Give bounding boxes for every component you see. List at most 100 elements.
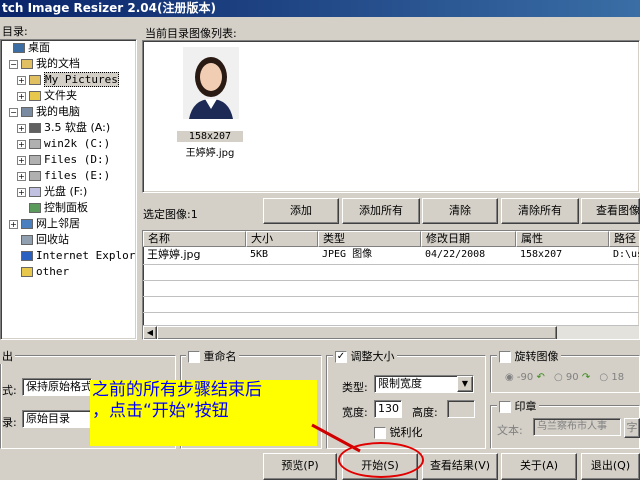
preview-button[interactable]: 预览(P) [263, 453, 337, 480]
height-input[interactable] [447, 400, 475, 418]
cell-type: JPEG 图像 [322, 249, 373, 260]
thumbnail-view[interactable]: 158x207 王婷婷.jpg [142, 40, 640, 193]
type-value: 限制宽度 [378, 377, 422, 390]
resize-toggle[interactable]: ✓ 调整大小 [333, 348, 397, 364]
format-label: 式: [2, 384, 17, 397]
rotate-right-radio[interactable]: ○ 90 ↷ [554, 372, 590, 383]
rename-toggle[interactable]: 重命名 [186, 348, 239, 364]
output-group-title: 出 [0, 348, 15, 364]
selected-count-label: 选定图像:1 [143, 208, 198, 221]
rotate-options: ◉ -90 ↶ ○ 90 ↷ ○ 18 [505, 372, 624, 383]
about-button[interactable]: 关于(A) [501, 453, 577, 480]
desktop-icon [13, 43, 25, 53]
tree-item[interactable]: + win2k (C:) [1, 136, 110, 152]
tree-item-label: 回收站 [36, 233, 69, 246]
tree-item[interactable]: other [1, 264, 69, 280]
directory-tree[interactable]: 桌面 − 我的文档 + My Pictures + 文件夹 − 我的电脑 +3.5 软盘 (A:)… [0, 39, 137, 340]
expand-icon[interactable]: + [17, 139, 26, 149]
resize-checkbox[interactable]: ✓ [335, 351, 347, 363]
collapse-icon[interactable]: − [9, 59, 18, 69]
view-result-button[interactable]: 查看结果(V) [422, 453, 498, 480]
clear-all-button[interactable]: 清除所有 [501, 198, 579, 224]
tree-item[interactable]: 回收站 [1, 232, 69, 248]
tree-item[interactable]: 控制面板 [1, 200, 88, 216]
tree-item[interactable]: + My Pictures [1, 72, 119, 88]
ie-icon [21, 251, 33, 261]
folder-icon [29, 91, 41, 101]
collapse-icon[interactable]: − [9, 107, 18, 117]
tree-item-label: Internet Explorer [36, 249, 136, 262]
rotate-180-label: 18 [611, 372, 625, 383]
file-table[interactable]: 名称 大小 类型 修改日期 属性 路径 王婷婷.jpg 5KB JPEG 图像 … [142, 230, 640, 340]
tree-item-label: My Pictures [44, 72, 119, 87]
rotate-left-icon: ↶ [536, 372, 545, 383]
tree-item-label: 桌面 [28, 41, 50, 54]
expand-icon[interactable]: + [17, 187, 26, 197]
tree-item-label: 文件夹 [44, 89, 77, 102]
format-select[interactable]: 保持原始格式 [22, 378, 92, 396]
tree-item[interactable]: + files (E:) [1, 168, 110, 184]
add-button[interactable]: 添加 [263, 198, 339, 224]
tree-item[interactable]: − 我的电脑 [1, 104, 80, 120]
output-dir-select[interactable]: 原始目录 [22, 410, 92, 428]
tree-item[interactable]: Internet Explorer [1, 248, 136, 264]
sharpen-label: 锐利化 [389, 426, 423, 439]
table-row[interactable]: 王婷婷.jpg 5KB JPEG 图像 04/22/2008 158x207 D… [143, 231, 639, 265]
tree-item-label: 控制面板 [44, 201, 88, 214]
cell-date: 04/22/2008 [425, 249, 486, 260]
rename-checkbox[interactable] [188, 351, 200, 363]
watermark-text-label: 文本: [497, 424, 523, 437]
scroll-thumb[interactable] [157, 326, 557, 339]
tree-item[interactable]: + 网上邻居 [1, 216, 80, 232]
scroll-left-button[interactable]: ◀ [143, 326, 157, 339]
tree-item-label: Files (D:) [44, 153, 111, 166]
tree-item[interactable]: + 光盘 (F:) [1, 184, 87, 200]
tree-item-label: 我的电脑 [36, 105, 80, 118]
annotation-line-1: 之前的所有步骤结束后 [92, 380, 262, 400]
folder-icon [21, 267, 33, 277]
view-image-button[interactable]: 查看图像 [581, 198, 640, 224]
window-title: tch Image Resizer 2.04(注册版本) [2, 1, 216, 15]
watermark-text-input[interactable]: 乌兰察布市人事 [533, 418, 621, 436]
recycle-bin-icon [21, 235, 33, 245]
tree-item[interactable]: 桌面 [1, 40, 50, 56]
tree-item[interactable]: + 文件夹 [1, 88, 77, 104]
annotation-line-2: ，点击“开始”按钮 [92, 401, 229, 421]
rotate-toggle[interactable]: 旋转图像 [497, 348, 561, 364]
resize-label: 调整大小 [350, 350, 395, 363]
network-icon [21, 219, 33, 229]
drive-icon [29, 155, 41, 165]
rotate-checkbox[interactable] [499, 351, 511, 363]
expand-icon[interactable]: + [17, 75, 26, 85]
watermark-toggle[interactable]: 印章 [497, 398, 539, 414]
watermark-checkbox[interactable] [499, 401, 511, 413]
expand-icon[interactable]: + [17, 155, 26, 165]
tree-item-label: 我的文档 [36, 57, 80, 70]
cdrom-icon [29, 187, 41, 197]
control-panel-icon [29, 203, 41, 213]
sharpen-toggle[interactable]: 锐利化 [374, 424, 423, 440]
type-label: 类型: [342, 381, 368, 394]
thumbnail-item[interactable]: 158x207 王婷婷.jpg [177, 47, 243, 159]
expand-icon[interactable]: + [17, 171, 26, 181]
expand-icon[interactable]: + [9, 219, 18, 229]
clear-button[interactable]: 清除 [422, 198, 498, 224]
drive-icon [29, 171, 41, 181]
type-select[interactable]: 限制宽度 ▼ [374, 375, 474, 393]
expand-icon[interactable]: + [17, 123, 26, 133]
tree-item-label: 3.5 软盘 (A:) [44, 121, 111, 134]
rotate-right-icon: ↷ [581, 372, 591, 383]
rotate-left-radio[interactable]: ◉ -90 ↶ [505, 372, 545, 383]
chevron-down-icon[interactable]: ▼ [457, 376, 473, 392]
watermark-font-button[interactable]: 字 [624, 418, 640, 438]
drive-icon [29, 139, 41, 149]
rotate-180-radio[interactable]: ○ 18 [599, 372, 624, 383]
cell-attributes: 158x207 [520, 249, 563, 260]
add-all-button[interactable]: 添加所有 [342, 198, 420, 224]
tree-item[interactable]: − 我的文档 [1, 56, 80, 72]
horizontal-scrollbar[interactable]: ◀ [143, 325, 639, 339]
tree-item[interactable]: +3.5 软盘 (A:) [1, 120, 110, 136]
expand-icon[interactable]: + [17, 91, 26, 101]
exit-button[interactable]: 退出(Q) [581, 453, 640, 480]
tree-item[interactable]: + Files (D:) [1, 152, 110, 168]
